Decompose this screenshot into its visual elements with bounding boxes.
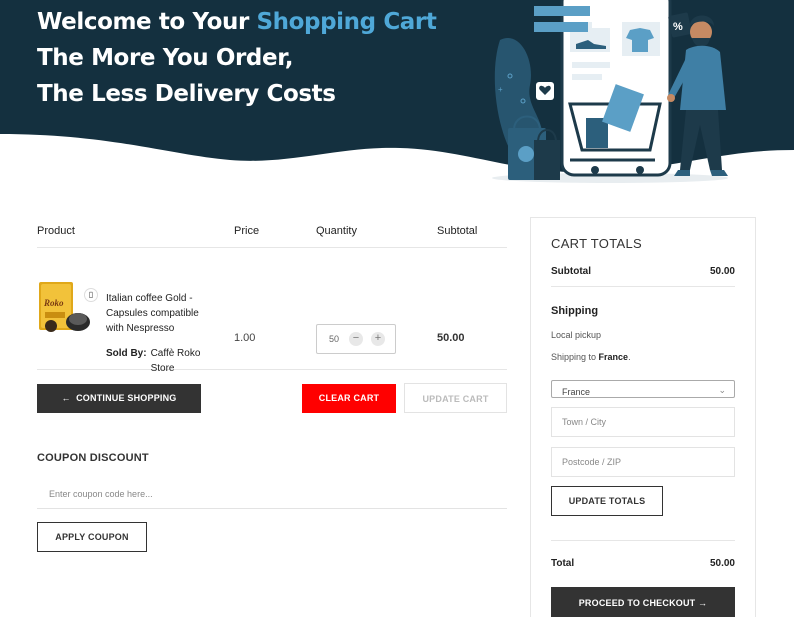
shipping-destination: Shipping to France. (551, 352, 631, 362)
update-totals-button[interactable]: UPDATE TOTALS (551, 486, 663, 516)
local-pickup-option[interactable]: Local pickup (551, 330, 601, 340)
minus-icon[interactable]: − (349, 332, 363, 346)
product-subtotal: 50.00 (437, 332, 465, 344)
cart-totals-panel: CART TOTALS Subtotal 50.00 Shipping Loca… (530, 217, 756, 617)
hero-headline: Welcome to Your Shopping Cart The More Y… (37, 4, 437, 112)
cart-totals-title: CART TOTALS (551, 236, 642, 251)
product-name[interactable]: Italian coffee Gold - Capsules compatibl… (106, 291, 218, 336)
svg-text:%: % (673, 21, 683, 33)
proceed-to-checkout-button[interactable]: PROCEED TO CHECKOUT → (551, 587, 735, 617)
subtotal-label: Subtotal (551, 266, 591, 277)
coupon-title: COUPON DISCOUNT (37, 452, 149, 464)
update-cart-button[interactable]: UPDATE CART (404, 383, 507, 413)
divider (551, 286, 735, 287)
hero-line-1: Welcome to Your (37, 9, 257, 35)
clear-cart-button[interactable]: CLEAR CART (302, 384, 396, 413)
svg-text:Roko: Roko (43, 298, 64, 308)
divider (551, 540, 735, 541)
quantity-stepper[interactable]: 50 − + (316, 324, 396, 354)
cart-table-header: Product Price Quantity Subtotal (37, 218, 507, 248)
chevron-down-icon: ⌄ (718, 385, 726, 395)
total-value: 50.00 (709, 558, 735, 569)
postcode-field[interactable] (551, 447, 735, 477)
shipping-to-text: Shipping to (551, 352, 599, 362)
plus-icon[interactable]: + (371, 332, 385, 346)
store-name[interactable]: Caffè Roko Store (151, 346, 209, 376)
town-city-field[interactable] (551, 407, 735, 437)
hero-banner: Welcome to Your Shopping Cart The More Y… (0, 0, 794, 190)
column-price: Price (234, 225, 260, 237)
column-subtotal: Subtotal (437, 225, 478, 237)
hero-line-3: The Less Delivery Costs (37, 81, 336, 107)
sold-by: Sold By: Caffè Roko Store (106, 346, 226, 376)
hero-accent-text: Shopping Cart (256, 9, 437, 35)
hero-line-2: The More You Order, (37, 45, 294, 71)
column-product: Product (37, 225, 75, 237)
quantity-value[interactable]: 50 (329, 334, 339, 344)
shipping-country: France (598, 352, 629, 362)
coupon-input[interactable] (37, 480, 507, 509)
sold-by-label: Sold By: (106, 348, 147, 359)
product-price: 1.00 (234, 332, 256, 344)
continue-shopping-button[interactable]: ← CONTINUE SHOPPING (37, 384, 201, 413)
shipping-label: Shipping (551, 305, 599, 317)
continue-shopping-label: CONTINUE SHOPPING (76, 393, 177, 403)
phone-remove-icon[interactable]: ▯ (84, 288, 98, 302)
total-label: Total (551, 558, 575, 569)
cart-item-row: Roko ▯ Italian coffee Gold - Capsules co… (37, 248, 507, 374)
svg-text:+: + (498, 85, 503, 94)
product-image: Roko (39, 282, 90, 332)
country-select[interactable]: France ⌄ (551, 380, 735, 398)
column-quantity: Quantity (316, 225, 357, 237)
cart-table: Product Price Quantity Subtotal Roko ▯ I… (37, 218, 507, 552)
arrow-left-icon: ← (61, 393, 71, 403)
shopping-illustration: % + (492, 0, 728, 183)
subtotal-value: 50.00 (709, 266, 735, 277)
apply-coupon-button[interactable]: APPLY COUPON (37, 522, 147, 552)
country-selected-value: France (562, 387, 591, 397)
